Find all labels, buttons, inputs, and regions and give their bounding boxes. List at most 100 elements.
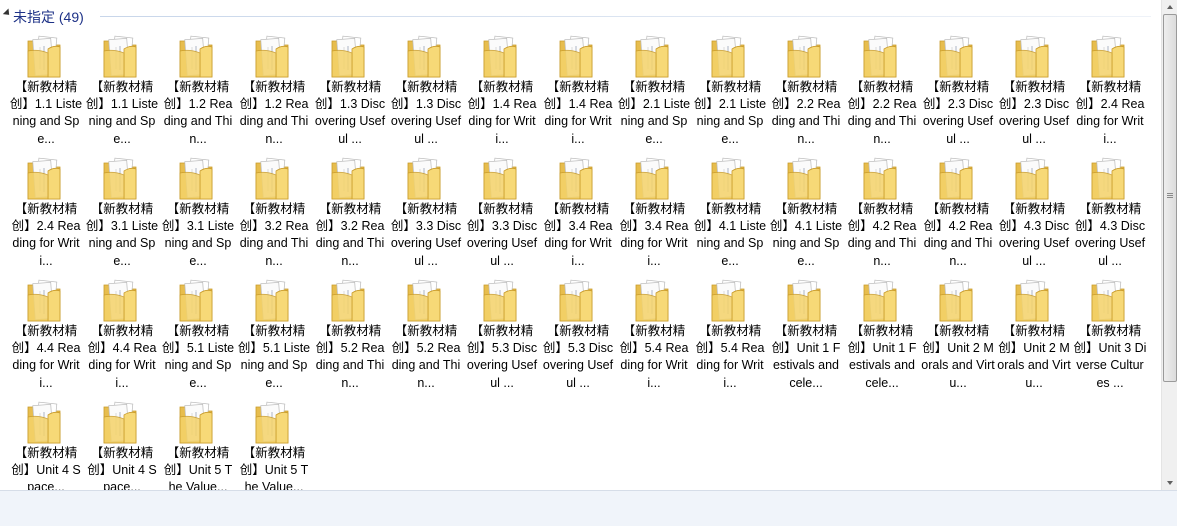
folder-item[interactable]: 【新教材精创】Unit 1 Festivals and cele... [844, 275, 920, 397]
folder-item[interactable]: 【新教材精创】2.2 Reading and Thin... [844, 31, 920, 153]
folder-icon [328, 155, 368, 203]
folder-item[interactable]: 【新教材精创】Unit 3 Diverse Cultures ... [1072, 275, 1148, 397]
folder-item[interactable]: 【新教材精创】4.4 Reading for Writi... [84, 275, 160, 397]
folder-label: 【新教材精创】Unit 5 The Value... [163, 446, 233, 490]
folder-item[interactable]: 【新教材精创】1.3 Discovering Useful ... [312, 31, 388, 153]
folder-label: 【新教材精创】5.4 Reading for Writi... [695, 324, 765, 390]
folder-item[interactable]: 【新教材精创】Unit 4 Space... [84, 397, 160, 490]
folder-grid: 【新教材精创】1.1 Listening and Spe... 【新教材精创】1… [8, 31, 1148, 490]
folder-label: 【新教材精创】1.4 Reading for Writi... [543, 80, 613, 146]
scroll-up-icon[interactable] [1162, 0, 1177, 14]
folder-item[interactable]: 【新教材精创】1.4 Reading for Writi... [540, 31, 616, 153]
folder-icon [176, 277, 216, 325]
folder-item[interactable]: 【新教材精创】4.2 Reading and Thin... [920, 153, 996, 275]
folder-icon [556, 33, 596, 81]
group-title: 未指定 (49) [13, 9, 84, 25]
folder-item[interactable]: 【新教材精创】3.1 Listening and Spe... [84, 153, 160, 275]
folder-label: 【新教材精创】3.2 Reading and Thin... [315, 202, 385, 268]
folder-item[interactable]: 【新教材精创】3.4 Reading for Writi... [616, 153, 692, 275]
folder-item[interactable]: 【新教材精创】Unit 5 The Value... [160, 397, 236, 490]
folder-icon [860, 155, 900, 203]
folder-icon [404, 33, 444, 81]
folder-item[interactable]: 【新教材精创】4.3 Discovering Useful ... [996, 153, 1072, 275]
folder-label: 【新教材精创】3.3 Discovering Useful ... [390, 202, 462, 268]
status-bar [0, 490, 1177, 526]
folder-label: 【新教材精创】1.4 Reading for Writi... [467, 80, 537, 146]
collapse-arrow-icon[interactable] [2, 8, 13, 18]
folder-item[interactable]: 【新教材精创】3.4 Reading for Writi... [540, 153, 616, 275]
folder-item[interactable]: 【新教材精创】3.3 Discovering Useful ... [464, 153, 540, 275]
folder-label: 【新教材精创】5.2 Reading and Thin... [391, 324, 461, 390]
folder-icon [24, 277, 64, 325]
folder-label: 【新教材精创】4.2 Reading and Thin... [847, 202, 917, 268]
file-list-view[interactable]: 未指定 (49) 【新教材精创】1.1 Listening and Spe...… [0, 0, 1161, 490]
folder-item[interactable]: 【新教材精创】5.3 Discovering Useful ... [540, 275, 616, 397]
folder-item[interactable]: 【新教材精创】2.4 Reading for Writi... [8, 153, 84, 275]
folder-item[interactable]: 【新教材精创】Unit 2 Morals and Virtu... [920, 275, 996, 397]
folder-item[interactable]: 【新教材精创】1.4 Reading for Writi... [464, 31, 540, 153]
folder-item[interactable]: 【新教材精创】3.2 Reading and Thin... [236, 153, 312, 275]
folder-item[interactable]: 【新教材精创】4.1 Listening and Spe... [692, 153, 768, 275]
scroll-thumb[interactable] [1163, 14, 1177, 382]
folder-item[interactable]: 【新教材精创】Unit 5 The Value... [236, 397, 312, 490]
folder-icon [252, 155, 292, 203]
folder-item[interactable]: 【新教材精创】3.1 Listening and Spe... [160, 153, 236, 275]
folder-item[interactable]: 【新教材精创】5.1 Listening and Spe... [236, 275, 312, 397]
folder-icon [328, 33, 368, 81]
folder-label: 【新教材精创】1.1 Listening and Spe... [85, 80, 159, 146]
folder-item[interactable]: 【新教材精创】4.1 Listening and Spe... [768, 153, 844, 275]
folder-item[interactable]: 【新教材精创】5.2 Reading and Thin... [312, 275, 388, 397]
folder-icon [100, 155, 140, 203]
folder-label: 【新教材精创】Unit 4 Space... [87, 446, 157, 490]
folder-icon [328, 277, 368, 325]
folder-label: 【新教材精创】2.2 Reading and Thin... [847, 80, 917, 146]
folder-item[interactable]: 【新教材精创】1.1 Listening and Spe... [84, 31, 160, 153]
folder-item[interactable]: 【新教材精创】3.2 Reading and Thin... [312, 153, 388, 275]
folder-item[interactable]: 【新教材精创】1.2 Reading and Thin... [160, 31, 236, 153]
folder-item[interactable]: 【新教材精创】2.1 Listening and Spe... [692, 31, 768, 153]
folder-label: 【新教材精创】5.1 Listening and Spe... [161, 324, 235, 390]
folder-item[interactable]: 【新教材精创】1.2 Reading and Thin... [236, 31, 312, 153]
folder-item[interactable]: 【新教材精创】4.4 Reading for Writi... [8, 275, 84, 397]
folder-item[interactable]: 【新教材精创】Unit 4 Space... [8, 397, 84, 490]
folder-label: 【新教材精创】4.3 Discovering Useful ... [1074, 202, 1146, 268]
folder-item[interactable]: 【新教材精创】Unit 1 Festivals and cele... [768, 275, 844, 397]
folder-icon [784, 33, 824, 81]
folder-label: 【新教材精创】4.1 Listening and Spe... [693, 202, 767, 268]
folder-item[interactable]: 【新教材精创】3.3 Discovering Useful ... [388, 153, 464, 275]
folder-label: 【新教材精创】5.2 Reading and Thin... [315, 324, 385, 390]
folder-label: 【新教材精创】4.4 Reading for Writi... [11, 324, 81, 390]
folder-item[interactable]: 【新教材精创】5.4 Reading for Writi... [692, 275, 768, 397]
folder-item[interactable]: 【新教材精创】4.3 Discovering Useful ... [1072, 153, 1148, 275]
vertical-scrollbar[interactable] [1161, 0, 1177, 490]
folder-item[interactable]: 【新教材精创】2.3 Discovering Useful ... [996, 31, 1072, 153]
folder-item[interactable]: 【新教材精创】5.2 Reading and Thin... [388, 275, 464, 397]
folder-item[interactable]: 【新教材精创】Unit 2 Morals and Virtu... [996, 275, 1072, 397]
scroll-down-icon[interactable] [1162, 476, 1177, 490]
folder-label: 【新教材精创】1.3 Discovering Useful ... [390, 80, 462, 146]
folder-item[interactable]: 【新教材精创】2.1 Listening and Spe... [616, 31, 692, 153]
folder-label: 【新教材精创】Unit 5 The Value... [239, 446, 309, 490]
folder-item[interactable]: 【新教材精创】2.4 Reading for Writi... [1072, 31, 1148, 153]
folder-label: 【新教材精创】2.4 Reading for Writi... [1075, 80, 1145, 146]
folder-item[interactable]: 【新教材精创】4.2 Reading and Thin... [844, 153, 920, 275]
folder-icon [708, 33, 748, 81]
folder-label: 【新教材精创】1.1 Listening and Spe... [9, 80, 83, 146]
folder-icon [100, 277, 140, 325]
folder-label: 【新教材精创】2.1 Listening and Spe... [617, 80, 691, 146]
folder-item[interactable]: 【新教材精创】5.4 Reading for Writi... [616, 275, 692, 397]
folder-item[interactable]: 【新教材精创】5.1 Listening and Spe... [160, 275, 236, 397]
folder-icon [1088, 155, 1128, 203]
folder-item[interactable]: 【新教材精创】2.2 Reading and Thin... [768, 31, 844, 153]
folder-label: 【新教材精创】Unit 3 Diverse Cultures ... [1073, 324, 1147, 390]
folder-item[interactable]: 【新教材精创】5.3 Discovering Useful ... [464, 275, 540, 397]
folder-icon [176, 155, 216, 203]
folder-item[interactable]: 【新教材精创】1.3 Discovering Useful ... [388, 31, 464, 153]
folder-label: 【新教材精创】1.2 Reading and Thin... [163, 80, 233, 146]
folder-label: 【新教材精创】Unit 2 Morals and Virtu... [997, 324, 1071, 390]
folder-item[interactable]: 【新教材精创】1.1 Listening and Spe... [8, 31, 84, 153]
folder-item[interactable]: 【新教材精创】2.3 Discovering Useful ... [920, 31, 996, 153]
folder-label: 【新教材精创】3.1 Listening and Spe... [161, 202, 235, 268]
group-header[interactable]: 未指定 (49) [0, 0, 1161, 32]
folder-label: 【新教材精创】5.3 Discovering Useful ... [542, 324, 614, 390]
